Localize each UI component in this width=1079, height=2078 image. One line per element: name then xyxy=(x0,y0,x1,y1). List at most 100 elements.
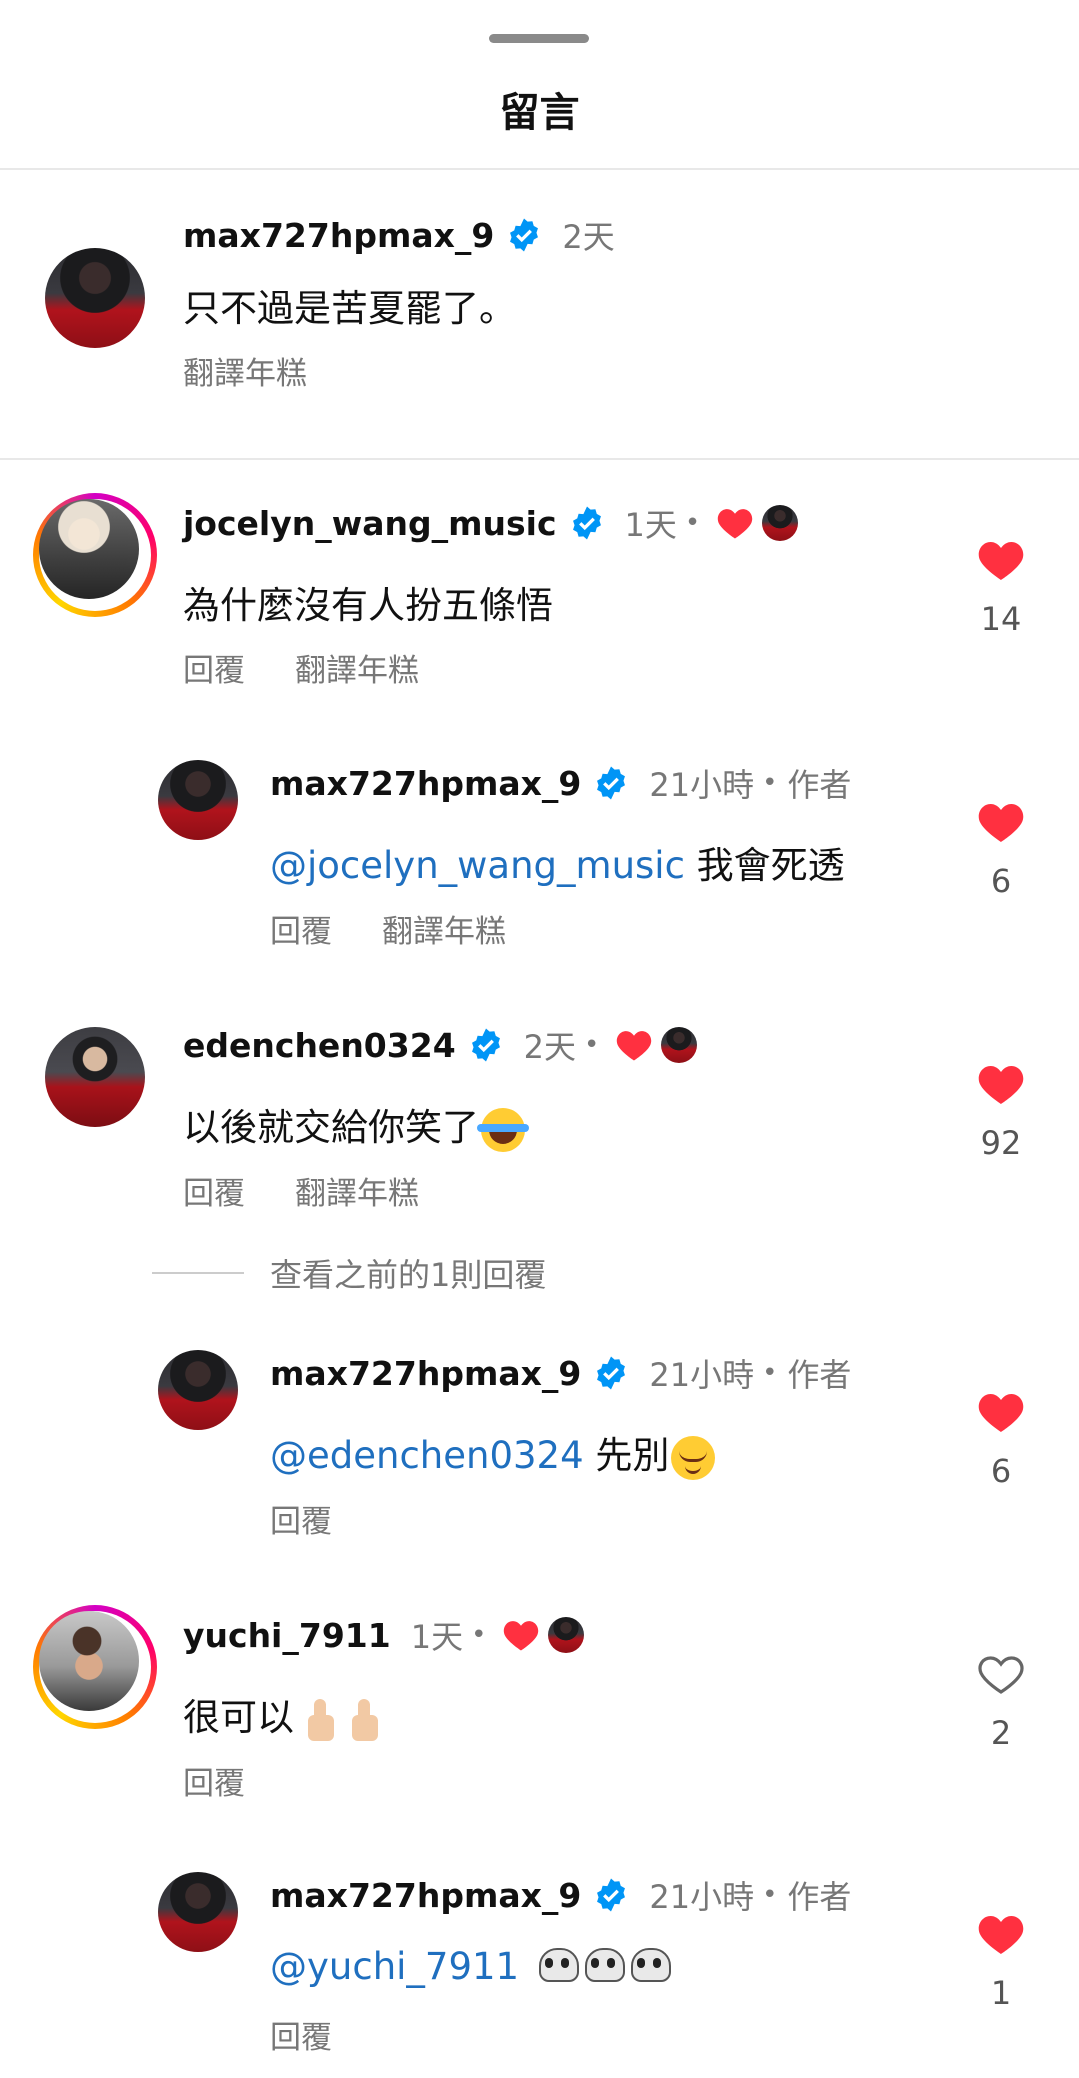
avatar xyxy=(39,1611,139,1711)
like-count: 6 xyxy=(990,1452,1012,1490)
avatar xyxy=(39,499,139,599)
verified-badge-icon xyxy=(597,1356,626,1390)
caption-text: 只不過是苦夏罷了。 xyxy=(183,287,516,330)
heart-filled-icon xyxy=(718,509,753,539)
reply-button[interactable]: 回覆 xyxy=(183,1766,245,1802)
translate-link[interactable]: 翻譯年糕 xyxy=(382,914,506,950)
author-label: 作者 xyxy=(787,1878,852,1916)
username[interactable]: max727hpmax_9 xyxy=(270,1876,581,1915)
skull-emoji xyxy=(583,1947,625,1990)
timestamp: 1天 xyxy=(624,506,677,544)
verified-badge-icon xyxy=(572,506,601,540)
username[interactable]: max727hpmax_9 xyxy=(183,216,494,255)
view-more-label[interactable]: 查看之前的1則回覆 xyxy=(270,1250,546,1296)
relieved-face-emoji xyxy=(671,1435,716,1480)
like-control[interactable]: 14 xyxy=(961,538,1041,638)
comments-sheet: 留言 max727hpmax_9 2天 只不過是苦夏罷了。 翻譯年糕 jocel… xyxy=(0,0,1079,2078)
like-count: 6 xyxy=(990,862,1012,900)
comment-text: 很可以 xyxy=(183,1696,294,1739)
like-count: 1 xyxy=(990,1974,1012,2012)
avatar[interactable] xyxy=(158,760,238,840)
timestamp: 1天 xyxy=(410,1618,464,1656)
timestamp: 2天 xyxy=(562,218,615,256)
like-count: 14 xyxy=(980,600,1022,638)
like-control[interactable]: 92 xyxy=(961,1062,1041,1162)
view-more-replies[interactable]: 查看之前的1則回覆 xyxy=(152,1250,546,1296)
heart-filled-icon[interactable] xyxy=(976,800,1026,844)
like-count: 2 xyxy=(990,1714,1012,1752)
like-count: 92 xyxy=(980,1124,1022,1162)
reply-text: 我會死透 xyxy=(684,844,845,887)
skull-emoji xyxy=(537,1947,579,1990)
reply-button[interactable]: 回覆 xyxy=(270,1504,332,1540)
heart-outline-icon[interactable] xyxy=(976,1652,1026,1696)
like-control[interactable]: 2 xyxy=(961,1652,1041,1752)
reply-text: 先別 xyxy=(583,1434,670,1477)
username[interactable]: max727hpmax_9 xyxy=(270,1354,581,1393)
reply-button[interactable]: 回覆 xyxy=(183,1176,245,1212)
liked-by-author xyxy=(716,505,799,541)
mention-link[interactable]: @edenchen0324 xyxy=(270,1434,584,1477)
separator-dot: • xyxy=(584,1030,600,1060)
timestamp: 21小時 xyxy=(649,1356,755,1394)
liked-by-author xyxy=(502,1617,585,1653)
mention-link[interactable]: @yuchi_7911 xyxy=(270,1945,519,1988)
separator-dot: • xyxy=(762,1358,778,1388)
author-label: 作者 xyxy=(787,766,852,804)
face-with-tears-of-joy-emoji xyxy=(477,1107,529,1152)
username[interactable]: max727hpmax_9 xyxy=(270,764,581,803)
like-control[interactable]: 6 xyxy=(961,800,1041,900)
reply-text xyxy=(519,1945,531,1988)
timestamp: 21小時 xyxy=(649,1878,755,1916)
sheet-title: 留言 xyxy=(499,90,580,136)
avatar[interactable] xyxy=(158,1350,238,1430)
avatar[interactable] xyxy=(45,1027,145,1127)
heart-filled-icon xyxy=(504,1621,539,1651)
drag-handle[interactable] xyxy=(489,34,589,43)
thread-line xyxy=(152,1272,244,1274)
heart-filled-icon[interactable] xyxy=(976,538,1026,582)
author-avatar-mini xyxy=(548,1617,585,1653)
heart-filled-icon[interactable] xyxy=(976,1912,1026,1956)
verified-badge-icon xyxy=(597,766,626,800)
translate-link[interactable]: 翻譯年糕 xyxy=(183,356,307,392)
heart-filled-icon[interactable] xyxy=(976,1062,1026,1106)
heart-filled-icon xyxy=(617,1031,652,1061)
avatar[interactable] xyxy=(158,1872,238,1952)
separator-dot: • xyxy=(762,1880,778,1910)
separator-dot: • xyxy=(762,768,778,798)
like-control[interactable]: 6 xyxy=(961,1390,1041,1490)
caption-divider xyxy=(0,458,1079,460)
timestamp: 2天 xyxy=(523,1028,577,1066)
heart-filled-icon[interactable] xyxy=(976,1390,1026,1434)
skull-emoji xyxy=(629,1947,671,1990)
header-divider xyxy=(0,168,1079,170)
avatar[interactable] xyxy=(45,248,145,348)
translate-link[interactable]: 翻譯年糕 xyxy=(295,653,419,689)
author-label: 作者 xyxy=(787,1356,852,1394)
reply-button[interactable]: 回覆 xyxy=(270,2020,332,2056)
like-control[interactable]: 1 xyxy=(961,1912,1041,2012)
story-ring[interactable] xyxy=(33,1605,157,1729)
separator-dot: • xyxy=(471,1620,487,1650)
story-ring[interactable] xyxy=(33,493,157,617)
mention-link[interactable]: @jocelyn_wang_music xyxy=(270,844,685,887)
thumbs-up-emoji xyxy=(298,1697,338,1743)
thumbs-up-emoji xyxy=(342,1697,382,1743)
liked-by-author xyxy=(615,1027,698,1063)
username[interactable]: jocelyn_wang_music xyxy=(183,504,557,543)
author-avatar-mini xyxy=(762,505,799,541)
username[interactable]: edenchen0324 xyxy=(183,1026,456,1065)
comment-text: 為什麼沒有人扮五條悟 xyxy=(183,584,553,627)
verified-badge-icon xyxy=(597,1878,626,1912)
reply-button[interactable]: 回覆 xyxy=(270,914,332,950)
separator-dot: • xyxy=(684,508,701,538)
verified-badge-icon xyxy=(510,218,539,252)
timestamp: 21小時 xyxy=(649,766,755,804)
verified-badge-icon xyxy=(471,1028,500,1062)
comment-text: 以後就交給你笑了 xyxy=(183,1106,479,1149)
reply-button[interactable]: 回覆 xyxy=(183,653,245,689)
username[interactable]: yuchi_7911 xyxy=(183,1616,391,1655)
translate-link[interactable]: 翻譯年糕 xyxy=(295,1176,419,1212)
author-avatar-mini xyxy=(661,1027,698,1063)
